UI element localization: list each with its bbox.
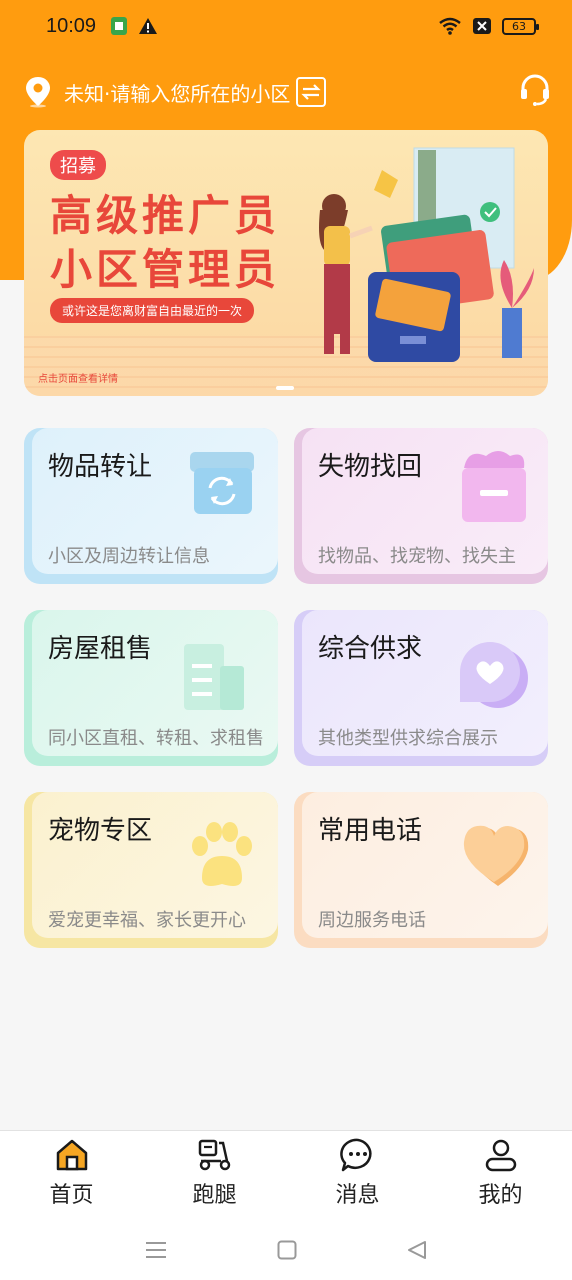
card-subtitle: 其他类型供求综合展示 [318, 728, 498, 749]
card-title: 宠物专区 [48, 816, 153, 846]
card-title: 失物找回 [318, 452, 423, 482]
card-item-supply-demand[interactable]: 综合供求 其他类型供求综合展示 [294, 610, 548, 766]
back-icon[interactable] [407, 1240, 427, 1260]
paw-icon [192, 822, 252, 886]
nav-label: 跑腿 [192, 1183, 237, 1208]
battery-indicator: 63 [502, 17, 539, 35]
card-subtitle: 找物品、找宠物、找失主 [318, 546, 516, 567]
nav-errand[interactable]: 跑腿 [143, 1131, 286, 1220]
system-navigation [0, 1220, 572, 1280]
home-icon [56, 1139, 87, 1171]
banner-subtitle: 或许这是您离财富自由最近的一次 [50, 298, 255, 323]
transfer-box-icon [190, 452, 254, 514]
promo-banner[interactable]: 招募 高级推广员 小区管理员 或许这是您离财富自由最近的一次 点击页面查看详情 [24, 130, 548, 396]
card-title: 常用电话 [318, 816, 423, 846]
location-placeholder[interactable]: 请输入您所在的小区 [110, 82, 290, 106]
status-bar: 10:09 63 [0, 0, 572, 52]
banner-title-line1: 高级推广员 [50, 191, 281, 240]
location-pin-icon [26, 77, 50, 108]
banner-hint: 点击页面查看详情 [38, 374, 118, 385]
status-time: 10:09 [46, 14, 97, 37]
card-subtitle: 周边服务电话 [318, 910, 426, 931]
building-icon [184, 644, 244, 710]
nav-home[interactable]: 首页 [0, 1131, 143, 1220]
heart-bubble-icon [460, 642, 528, 708]
card-subtitle: 同小区直租、转租、求租售 [48, 728, 264, 749]
card-item-housing[interactable]: 房屋租售 同小区直租、转租、求租售 [24, 610, 278, 766]
home-square-icon[interactable] [277, 1240, 297, 1260]
menu-icon[interactable] [145, 1240, 167, 1260]
banner-badge: 招募 [50, 150, 106, 180]
user-icon [485, 1139, 516, 1172]
nav-profile[interactable]: 我的 [429, 1131, 572, 1220]
swap-icon [301, 84, 322, 100]
nav-messages[interactable]: 消息 [286, 1131, 429, 1220]
card-title: 房屋租售 [48, 634, 153, 664]
card-title: 综合供求 [318, 634, 423, 664]
card-item-lost-found[interactable]: 失物找回 找物品、找宠物、找失主 [294, 428, 548, 584]
nav-label: 消息 [335, 1183, 380, 1208]
card-item-transfer[interactable]: 物品转让 小区及周边转让信息 [24, 428, 278, 584]
nav-label: 首页 [49, 1183, 94, 1208]
nav-label: 我的 [478, 1183, 523, 1208]
card-item-phone-directory[interactable]: 常用电话 周边服务电话 [294, 792, 548, 948]
banner-title-line2: 小区管理员 [50, 245, 281, 294]
wifi-icon [439, 17, 461, 35]
no-sim-icon [473, 18, 491, 34]
card-subtitle: 爱宠更幸福、家长更开心 [48, 910, 246, 931]
lost-found-box-icon [462, 451, 526, 522]
card-subtitle: 小区及周边转让信息 [48, 546, 210, 567]
message-icon [339, 1138, 372, 1172]
card-title: 物品转让 [48, 452, 153, 482]
sim-icon [111, 17, 128, 35]
banner-illustration [319, 147, 534, 362]
scooter-icon [198, 1139, 230, 1171]
location-bar[interactable]: 未知·请输入您所在的小区 [24, 70, 552, 114]
switch-community-button[interactable] [296, 77, 327, 107]
warning-icon [139, 18, 158, 34]
heart-icon [463, 825, 529, 886]
headset-icon [521, 74, 549, 106]
customer-service-button[interactable] [518, 73, 552, 112]
bottom-nav: 首页 跑腿 消息 我的 [0, 1130, 572, 1220]
card-item-pets[interactable]: 宠物专区 爱宠更幸福、家长更开心 [24, 792, 278, 948]
location-prefix: 未知 [64, 81, 104, 106]
carousel-indicator [276, 386, 294, 390]
